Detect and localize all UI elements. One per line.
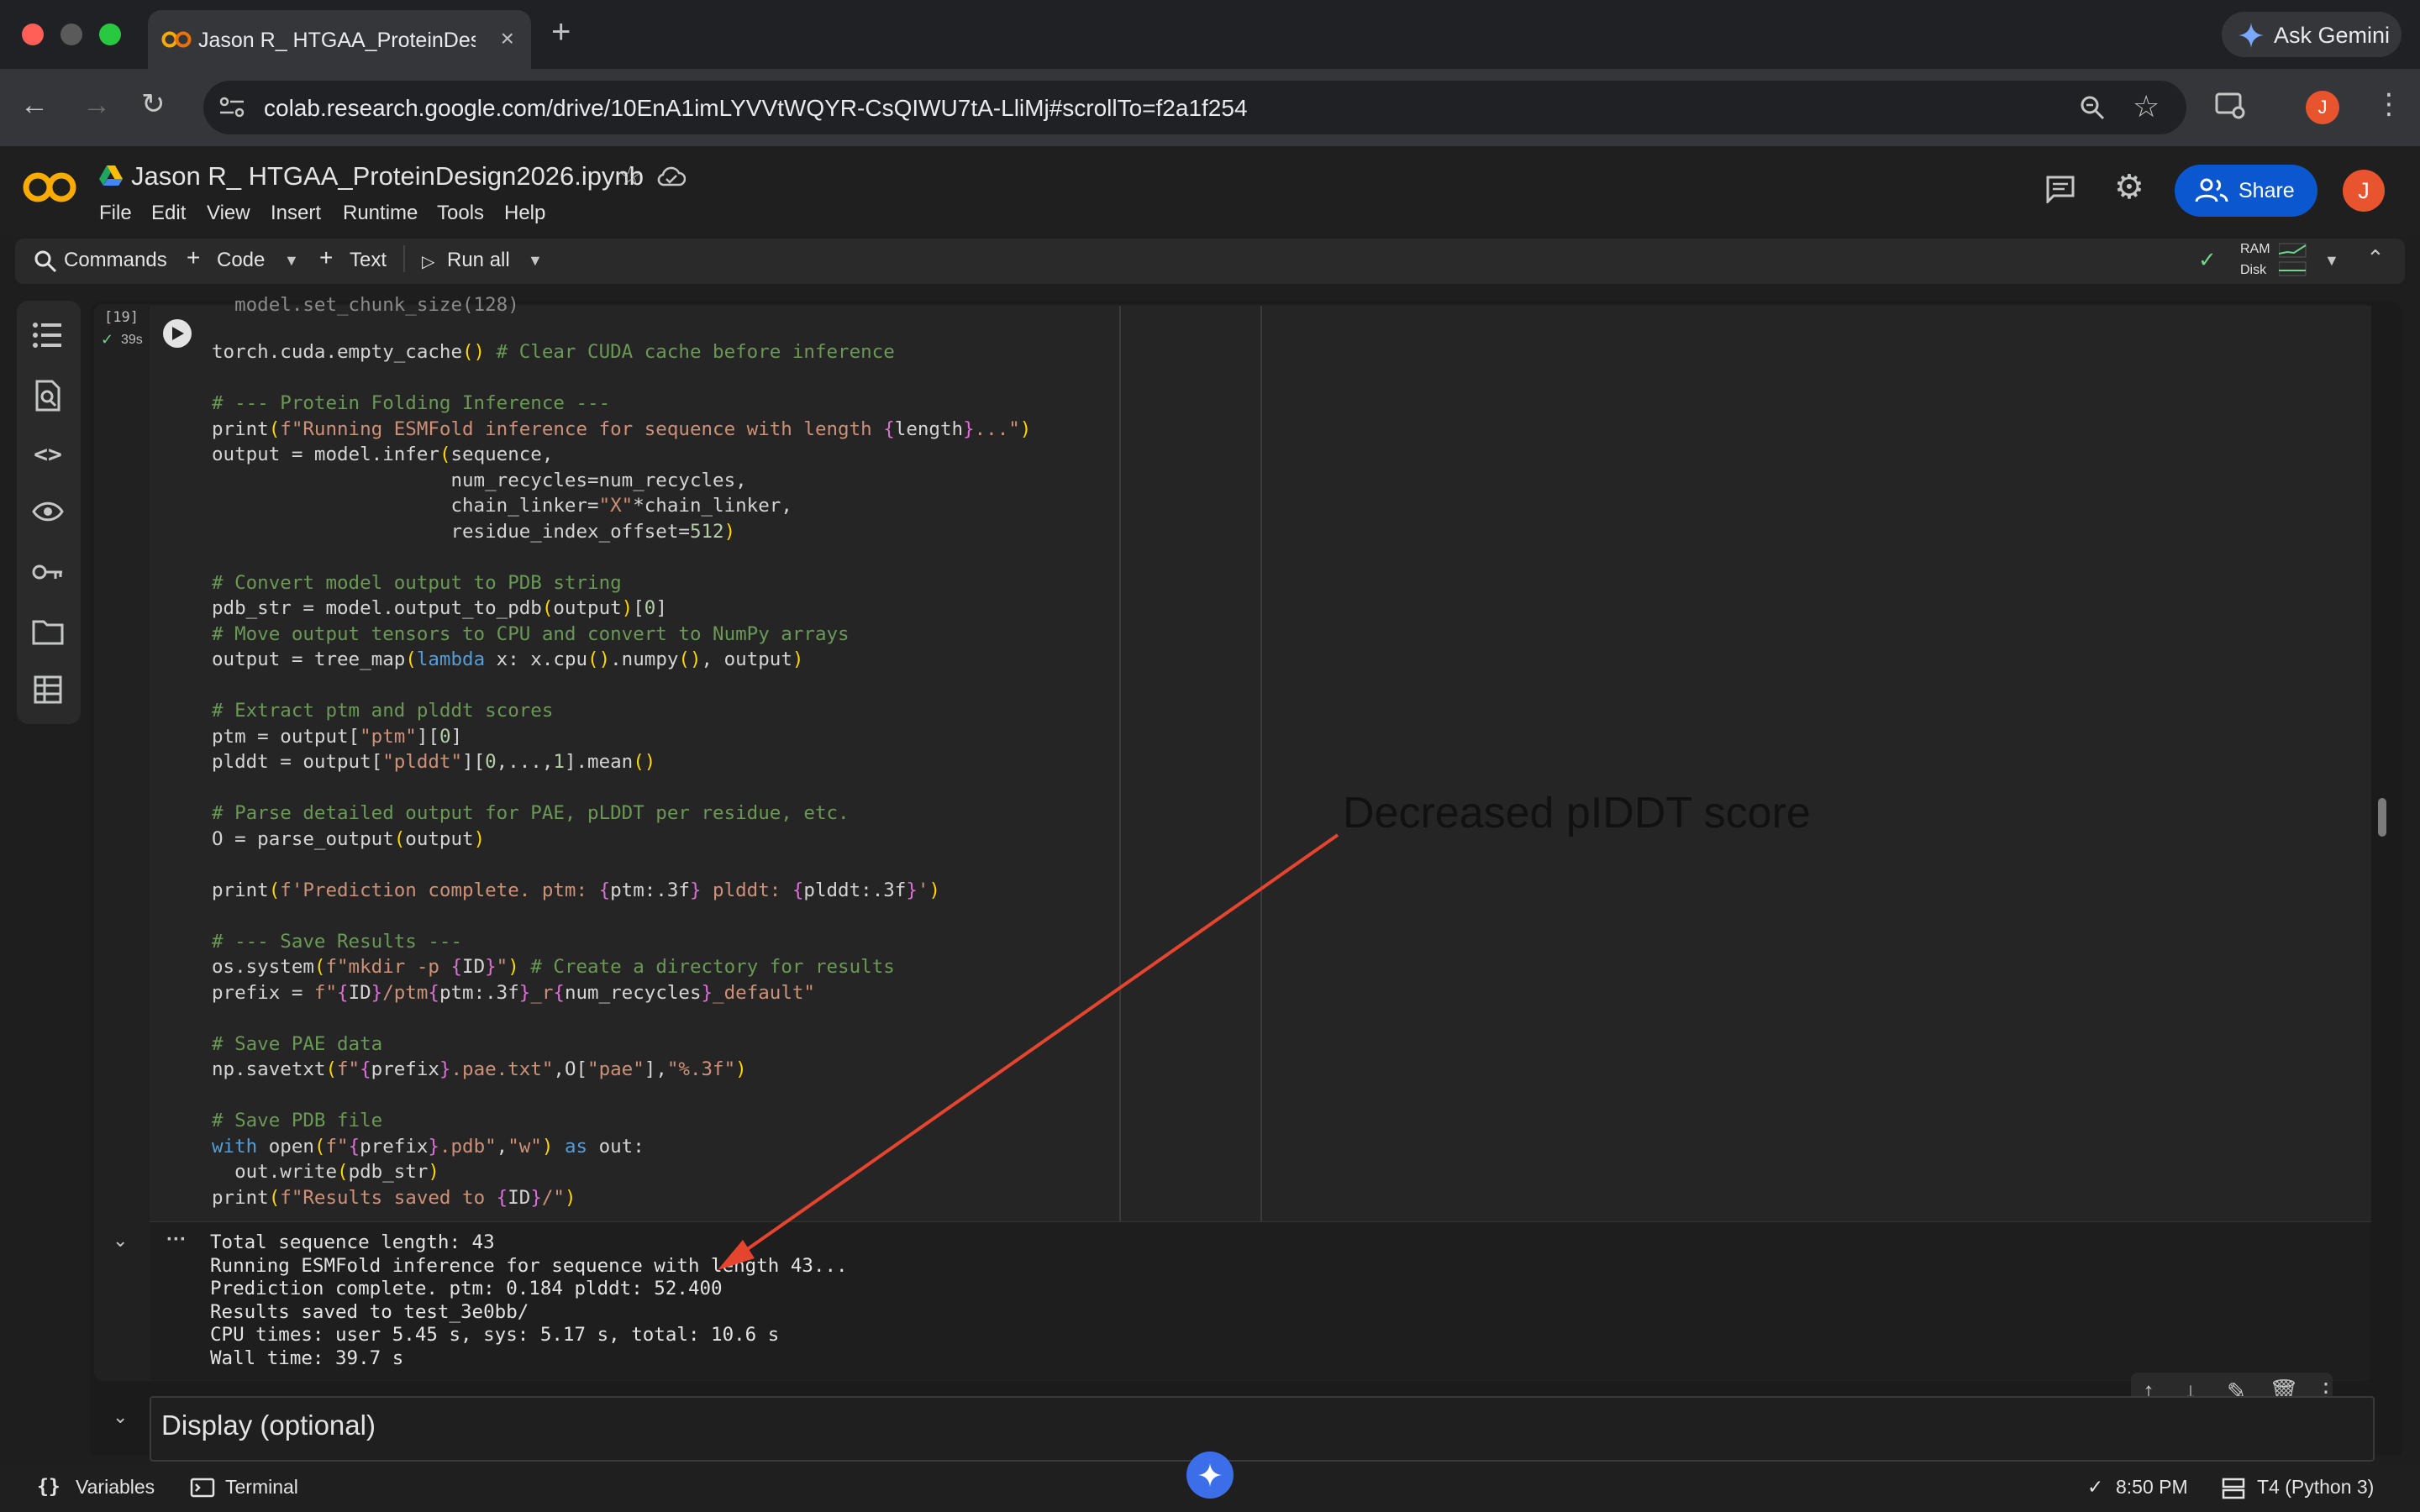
- status-check-icon: ✓: [2087, 1476, 2104, 1498]
- reload-icon[interactable]: ↻: [141, 87, 166, 121]
- runtime-dropdown-icon[interactable]: ▼: [2324, 252, 2339, 270]
- secrets-key-icon[interactable]: [32, 561, 64, 583]
- star-notebook-icon[interactable]: ☆: [618, 160, 643, 192]
- add-text-plus-icon: +: [319, 244, 334, 270]
- execution-count: [19]: [104, 309, 139, 326]
- variables-icon: {}: [37, 1476, 60, 1498]
- run-all-dropdown-icon[interactable]: ▼: [528, 252, 543, 270]
- code-snippets-icon[interactable]: <>: [30, 437, 66, 472]
- connected-check-icon: ✓: [2198, 247, 2217, 272]
- find-replace-icon[interactable]: [34, 380, 62, 412]
- runtime-type[interactable]: T4 (Python 3): [2257, 1476, 2374, 1499]
- maximize-window-icon[interactable]: [99, 24, 121, 45]
- add-code-plus-icon: +: [187, 244, 201, 270]
- colab-favicon-icon: [161, 31, 192, 48]
- menu-edit[interactable]: Edit: [151, 202, 186, 225]
- server-icon: [2222, 1478, 2245, 1499]
- close-window-icon[interactable]: [22, 24, 44, 45]
- menu-help[interactable]: Help: [504, 202, 545, 225]
- search-icon: [34, 250, 57, 273]
- back-arrow-icon[interactable]: ←: [20, 89, 49, 122]
- annotation-arrow: [718, 833, 1339, 1270]
- colab-logo[interactable]: [22, 170, 77, 205]
- add-text-button[interactable]: Text: [350, 249, 387, 272]
- collapse-header-icon[interactable]: ⌃: [2366, 245, 2385, 271]
- zoom-icon[interactable]: [2079, 94, 2106, 121]
- ask-gemini-label: Ask Gemini: [2274, 23, 2391, 48]
- terminal-icon: [190, 1478, 215, 1498]
- variables-eye-icon[interactable]: [32, 497, 64, 526]
- share-label: Share: [2238, 179, 2295, 202]
- menu-file[interactable]: File: [99, 202, 132, 225]
- bookmark-star-icon[interactable]: ☆: [2133, 89, 2160, 124]
- disk-label[interactable]: Disk: [2240, 263, 2266, 278]
- annotation-text: Decreased pIDDT score: [1343, 789, 1811, 837]
- browser-tab[interactable]: Jason R_ HTGAA_ProteinDesi ×: [148, 10, 531, 69]
- gemini-sparkle-icon: [2238, 23, 2264, 48]
- run-all-button[interactable]: Run all: [447, 249, 510, 272]
- forward-arrow-icon[interactable]: →: [82, 89, 111, 122]
- output-line: CPU times: user 5.45 s, sys: 5.17 s, tot…: [210, 1324, 780, 1346]
- comments-icon[interactable]: [2045, 175, 2075, 203]
- google-drive-icon[interactable]: [99, 165, 123, 186]
- gemini-sparkle-icon: [1198, 1463, 1222, 1487]
- url-text: colab.research.google.com/drive/10EnA1im…: [264, 95, 1248, 121]
- commands-button[interactable]: Commands: [64, 249, 167, 272]
- menu-runtime[interactable]: Runtime: [343, 202, 418, 225]
- new-tab-icon[interactable]: +: [551, 13, 571, 51]
- resource-meter-icon[interactable]: [2279, 242, 2307, 277]
- play-icon: [172, 327, 184, 340]
- ask-gemini-button[interactable]: Ask Gemini: [2222, 12, 2402, 57]
- add-code-button[interactable]: Code: [217, 249, 265, 272]
- notebook-title[interactable]: Jason R_ HTGAA_ProteinDesign2026.ipynb: [131, 161, 644, 192]
- scrollbar-thumb[interactable]: [2378, 798, 2386, 837]
- terminal-button[interactable]: Terminal: [225, 1476, 298, 1499]
- table-of-contents-icon[interactable]: [32, 321, 64, 349]
- status-time: 8:50 PM: [2116, 1476, 2188, 1498]
- executed-check-icon: ✓: [101, 331, 114, 348]
- data-table-icon[interactable]: [34, 675, 62, 704]
- menu-view[interactable]: View: [207, 202, 250, 225]
- ram-label[interactable]: RAM: [2240, 242, 2270, 257]
- text-cell[interactable]: Display (optional): [150, 1396, 2375, 1462]
- site-settings-icon[interactable]: [218, 96, 245, 119]
- menu-tools[interactable]: Tools: [437, 202, 484, 225]
- gemini-fab[interactable]: [1186, 1452, 1234, 1499]
- output-line: Results saved to test_3e0bb/: [210, 1300, 529, 1323]
- output-line: Wall time: 39.7 s: [210, 1347, 404, 1369]
- share-button[interactable]: Share: [2175, 165, 2317, 217]
- minimize-window-icon[interactable]: [60, 24, 82, 45]
- profile-avatar[interactable]: J: [2306, 91, 2339, 124]
- output-line: Prediction complete. ptm: 0.184 plddt: 5…: [210, 1278, 723, 1299]
- menu-insert[interactable]: Insert: [271, 202, 321, 225]
- settings-gear-icon[interactable]: ⚙: [2114, 168, 2144, 207]
- account-avatar[interactable]: J: [2343, 170, 2385, 212]
- close-tab-icon[interactable]: ×: [501, 25, 514, 52]
- execution-time: 39s: [121, 333, 143, 347]
- variables-button[interactable]: Variables: [76, 1476, 155, 1499]
- browser-menu-icon[interactable]: ⋮: [2375, 87, 2403, 121]
- address-bar[interactable]: colab.research.google.com/drive/10EnA1im…: [203, 81, 2186, 134]
- cloud-saved-icon: [657, 166, 686, 186]
- expand-section-icon[interactable]: ⌄: [113, 1406, 128, 1428]
- people-icon: [2195, 178, 2228, 202]
- cast-tab-icon[interactable]: [2215, 92, 2247, 121]
- run-all-play-icon: ▷: [422, 253, 435, 271]
- output-actions-icon[interactable]: ···: [166, 1228, 187, 1252]
- tab-title: Jason R_ HTGAA_ProteinDesi: [198, 29, 476, 52]
- code-line: model.set_chunk_size(128): [212, 294, 519, 316]
- run-cell-button[interactable]: [163, 319, 192, 348]
- section-heading: Display (optional): [161, 1410, 376, 1441]
- collapse-output-icon[interactable]: ⌄: [113, 1230, 128, 1252]
- files-folder-icon[interactable]: [32, 618, 64, 645]
- code-dropdown-icon[interactable]: ▼: [284, 252, 299, 270]
- command-divider: [403, 245, 405, 272]
